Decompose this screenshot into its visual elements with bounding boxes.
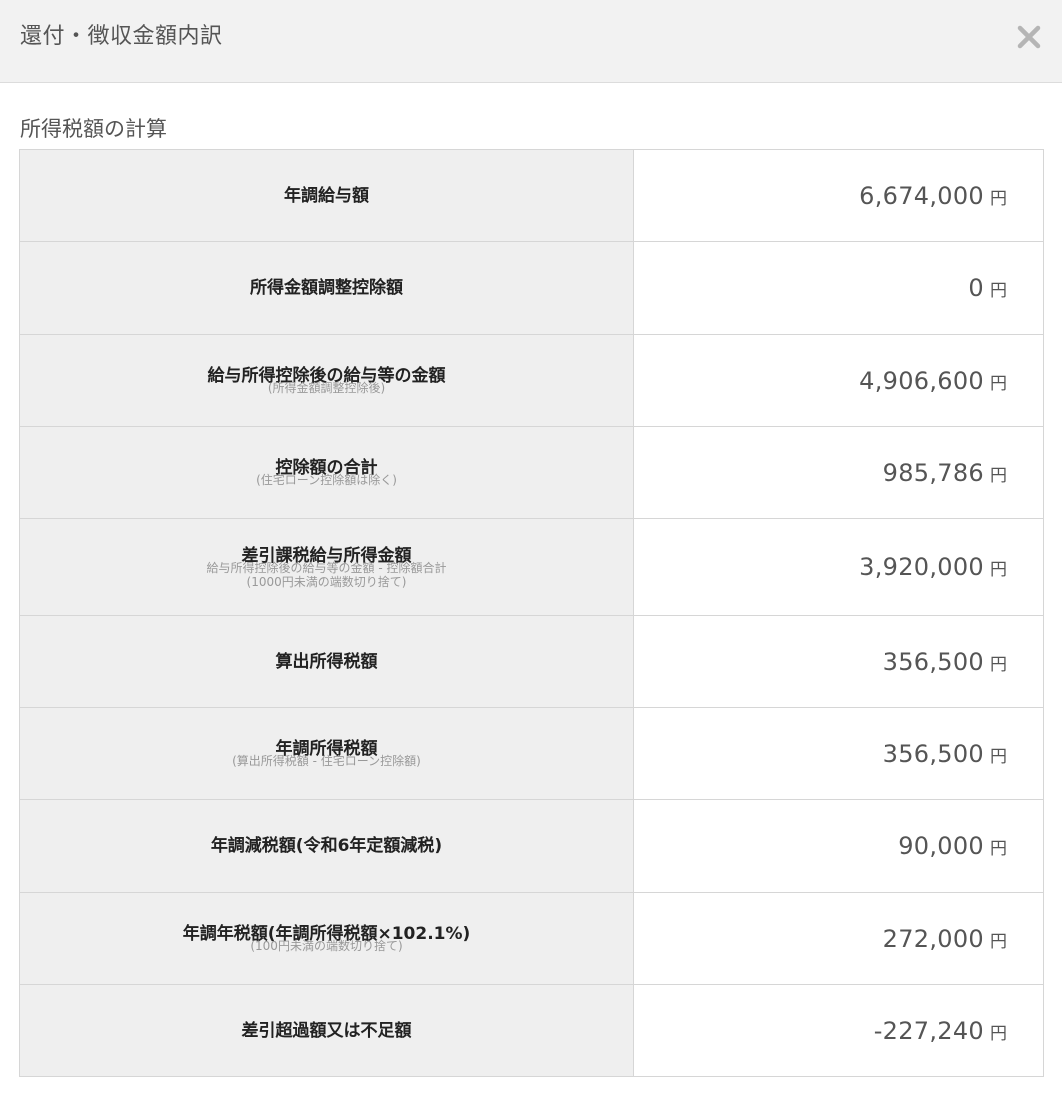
table-row: 差引課税給与所得金額 給与所得控除後の給与等の金額 - 控除額合計 (1000円… xyxy=(19,518,1044,616)
row-label: 差引超過額又は不足額 xyxy=(19,984,634,1077)
row-value: 90,000 円 xyxy=(633,799,1044,893)
row-value: 3,920,000 円 xyxy=(633,518,1044,616)
row-label: 年調給与額 xyxy=(19,149,634,242)
row-value: 272,000 円 xyxy=(633,892,1044,985)
row-label: 年調所得税額 (算出所得税額 - 住宅ローン控除額) xyxy=(19,707,634,800)
amount-value: 985,786 xyxy=(882,458,984,487)
row-label-note: (住宅ローン控除額は除く) xyxy=(256,473,397,487)
row-label: 所得金額調整控除額 xyxy=(19,241,634,335)
row-label-main: 年調減税額(令和6年定額減税) xyxy=(210,836,443,856)
currency-unit: 円 xyxy=(990,654,1007,675)
row-label: 控除額の合計 (住宅ローン控除額は除く) xyxy=(19,426,634,519)
row-value: 4,906,600 円 xyxy=(633,334,1044,427)
row-label: 年調年税額(年調所得税額×102.1%) (100円未満の端数切り捨て) xyxy=(19,892,634,985)
currency-unit: 円 xyxy=(990,465,1007,486)
table-row: 年調年税額(年調所得税額×102.1%) (100円未満の端数切り捨て) 272… xyxy=(19,892,1044,985)
table-row: 年調所得税額 (算出所得税額 - 住宅ローン控除額) 356,500 円 xyxy=(19,707,1044,800)
row-label-note: (100円未満の端数切り捨て) xyxy=(250,939,403,953)
table-row: 算出所得税額 356,500 円 xyxy=(19,615,1044,708)
modal-title: 還付・徴収金額内訳 xyxy=(20,24,223,49)
currency-unit: 円 xyxy=(990,1023,1007,1044)
row-value: 6,674,000 円 xyxy=(633,149,1044,242)
currency-unit: 円 xyxy=(990,188,1007,209)
amount-value: 356,500 xyxy=(882,739,984,768)
section-title: 所得税額の計算 xyxy=(20,117,167,141)
table-row: 年調給与額 6,674,000 円 xyxy=(19,149,1044,242)
amount-value: 4,906,600 xyxy=(859,366,984,395)
row-value: -227,240 円 xyxy=(633,984,1044,1077)
currency-unit: 円 xyxy=(990,560,1007,580)
row-value: 356,500 円 xyxy=(633,707,1044,800)
amount-value: 6,674,000 xyxy=(859,181,984,210)
row-label-main: 所得金額調整控除額 xyxy=(250,278,403,298)
row-label: 算出所得税額 xyxy=(19,615,634,708)
close-icon xyxy=(1017,25,1041,49)
close-button[interactable] xyxy=(1012,18,1046,54)
row-value: 985,786 円 xyxy=(633,426,1044,519)
row-label: 給与所得控除後の給与等の金額 (所得金額調整控除後) xyxy=(19,334,634,427)
row-value: 0円 xyxy=(633,241,1044,335)
table-row: 差引超過額又は不足額 -227,240 円 xyxy=(19,984,1044,1077)
table-row: 年調減税額(令和6年定額減税) 90,000 円 xyxy=(19,799,1044,893)
amount-value: -227,240 xyxy=(873,1016,984,1045)
table-row: 控除額の合計 (住宅ローン控除額は除く) 985,786 円 xyxy=(19,426,1044,519)
row-value: 356,500 円 xyxy=(633,615,1044,708)
row-label-main: 差引超過額又は不足額 xyxy=(241,1020,412,1041)
currency-unit: 円 xyxy=(990,281,1007,301)
row-label-note-2: (1000円未満の端数切り捨て) xyxy=(246,574,407,589)
table-row: 所得金額調整控除額 0円 xyxy=(19,241,1044,335)
table-row: 給与所得控除後の給与等の金額 (所得金額調整控除後) 4,906,600 円 xyxy=(19,334,1044,427)
amount-value: 3,920,000 xyxy=(859,553,984,581)
currency-unit: 円 xyxy=(990,931,1007,952)
tax-calculation-table: 年調給与額 6,674,000 円 所得金額調整控除額 0円 給与所得控除後の給与… xyxy=(19,149,1044,1077)
row-label-note: (算出所得税額 - 住宅ローン控除額) xyxy=(232,754,421,768)
amount-value: 90,000 xyxy=(898,832,984,860)
amount-value: 0 xyxy=(968,274,984,302)
row-label-note: 給与所得控除後の給与等の金額 - 控除額合計 xyxy=(206,560,447,575)
currency-unit: 円 xyxy=(990,746,1007,767)
row-label: 年調減税額(令和6年定額減税) xyxy=(19,799,634,893)
amount-value: 272,000 xyxy=(882,924,984,953)
currency-unit: 円 xyxy=(990,373,1007,394)
row-label-main: 年調給与額 xyxy=(284,185,369,206)
currency-unit: 円 xyxy=(990,839,1007,859)
modal-header: 還付・徴収金額内訳 xyxy=(0,0,1062,83)
row-label: 差引課税給与所得金額 給与所得控除後の給与等の金額 - 控除額合計 (1000円… xyxy=(19,518,634,616)
amount-value: 356,500 xyxy=(882,647,984,676)
row-label-main: 算出所得税額 xyxy=(275,651,378,672)
row-label-note: (所得金額調整控除後) xyxy=(267,381,386,395)
